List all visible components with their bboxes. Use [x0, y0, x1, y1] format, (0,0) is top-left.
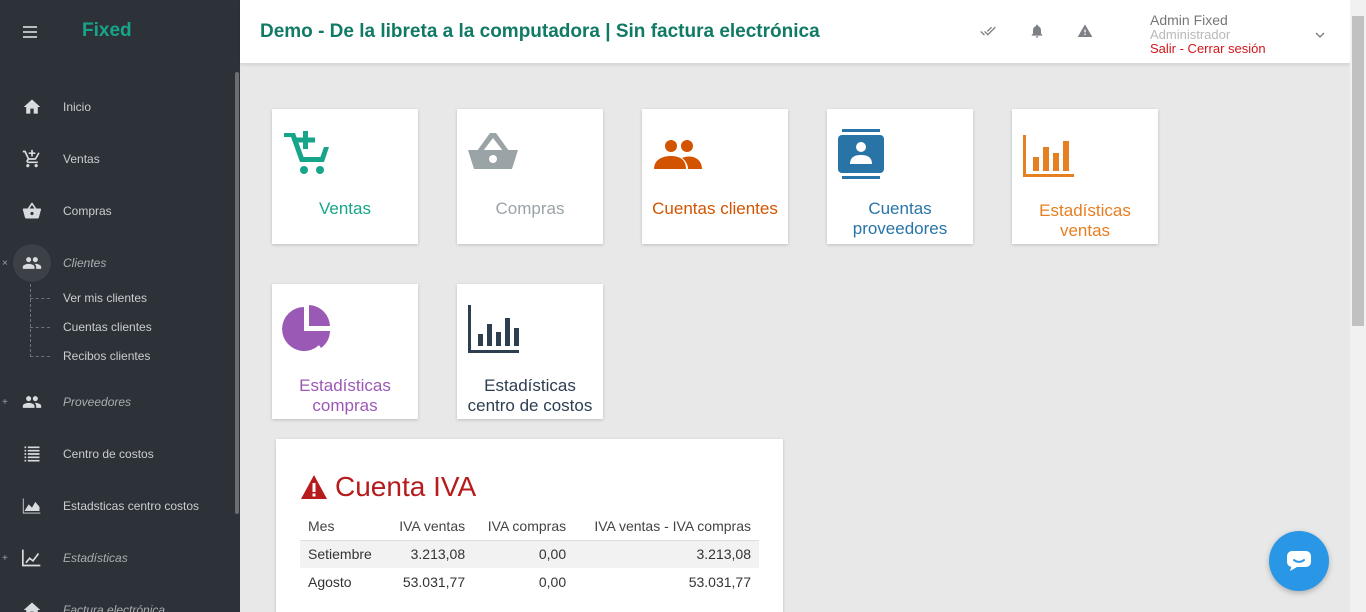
page-title: Demo - De la libreta a la computadora | …: [260, 21, 820, 42]
table-row: Agosto 53.031,77 0,00 53.031,77: [300, 568, 759, 596]
sidebar-subitem-recibos-clientes[interactable]: Recibos clientes: [30, 346, 150, 366]
table-cell: 3.213,08: [696, 546, 752, 563]
expand-icon[interactable]: +: [2, 553, 8, 564]
tile-label: Cuentas clientes: [652, 199, 778, 218]
sidebar-subitem-cuentas-clientes[interactable]: Cuentas clientes: [30, 317, 152, 337]
sidebar-item-factura-electronica[interactable]: Factura electrónica: [0, 590, 236, 612]
sidebar-item-inicio[interactable]: Inicio: [0, 87, 236, 127]
table-row: Setiembre 3.213,08 0,00 3.213,08: [300, 540, 759, 568]
sidebar-item-estadisticas-centro-costos[interactable]: Estadsticas centro costos: [0, 486, 236, 526]
sidebar-item-ventas[interactable]: Ventas: [0, 139, 236, 179]
table-cell: Agosto: [308, 574, 352, 590]
sidebar-subitem-ver-mis-clientes[interactable]: Ver mis clientes: [30, 288, 147, 308]
bar-chart-icon: [1022, 129, 1080, 179]
tile-label: compras: [312, 396, 378, 415]
column-header: IVA compras: [473, 512, 575, 541]
tile-estadisticas-ventas[interactable]: Estadísticas ventas: [1012, 109, 1158, 244]
top-bar: Demo - De la libreta a la computadora | …: [240, 0, 1350, 64]
sidebar-scrollbar[interactable]: [235, 72, 239, 514]
tile-compras[interactable]: Compras: [457, 109, 603, 244]
home-icon: [20, 598, 44, 612]
cuenta-iva-title: Cuenta IVA: [300, 471, 476, 503]
warning-icon[interactable]: [1077, 23, 1095, 41]
sidebar-item-centro-de-costos[interactable]: Centro de costos: [0, 434, 236, 474]
page-scrollbar[interactable]: [1350, 0, 1366, 612]
column-header: IVA ventas - IVA compras: [574, 512, 759, 541]
table-header-row: Mes IVA ventas IVA compras IVA ventas - …: [300, 512, 759, 541]
chat-icon: [1287, 551, 1311, 571]
table-cell: 3.213,08: [410, 546, 466, 563]
sidebar-item-label: Estadísticas: [63, 551, 128, 565]
tile-label: centro de costos: [467, 396, 593, 415]
tile-estadisticas-compras[interactable]: Estadísticas compras: [272, 284, 418, 419]
sidebar-item-compras[interactable]: Compras: [0, 191, 236, 231]
table-cell: 0,00: [538, 574, 567, 590]
people-icon: [13, 244, 51, 282]
sidebar-subitem-label: Cuentas clientes: [63, 320, 152, 334]
sidebar-subitem-label: Recibos clientes: [63, 349, 151, 363]
tile-label: ventas: [1059, 221, 1111, 240]
cuenta-iva-card: Cuenta IVA Mes IVA ventas IVA compras IV…: [276, 439, 783, 612]
hamburger-menu-icon[interactable]: [23, 26, 37, 38]
table-cell: 0,00: [538, 546, 567, 563]
chevron-down-icon[interactable]: [1314, 28, 1326, 40]
bar-chart-icon: [467, 304, 525, 354]
sidebar-item-label: Compras: [63, 204, 112, 218]
line-chart-icon: [20, 546, 44, 570]
tile-estadisticas-centro-de-costos[interactable]: Estadísticas centro de costos: [457, 284, 603, 419]
cuenta-iva-table: Mes IVA ventas IVA compras IVA ventas - …: [300, 512, 759, 596]
tile-label: proveedores: [852, 219, 948, 238]
warning-icon: [301, 475, 327, 499]
sidebar-item-estadisticas[interactable]: + Estadísticas: [0, 538, 236, 578]
logout-link[interactable]: Salir - Cerrar sesión: [1150, 41, 1266, 56]
basket-icon: [20, 199, 44, 223]
home-icon: [20, 95, 44, 119]
sidebar-header: Fixed: [0, 0, 240, 64]
bell-icon[interactable]: [1029, 23, 1047, 41]
sidebar-item-clientes[interactable]: × Clientes: [0, 243, 236, 283]
tile-label: Estadísticas: [299, 376, 391, 395]
tile-label: Estadísticas: [1039, 201, 1131, 220]
table-cell: Setiembre: [308, 546, 372, 563]
contact-card-icon: [837, 129, 889, 179]
tile-cuentas-proveedores[interactable]: Cuentas proveedores: [827, 109, 973, 244]
tile-label: Estadísticas: [484, 376, 576, 395]
done-all-icon[interactable]: [980, 23, 998, 41]
column-header: Mes: [300, 512, 386, 541]
list-icon: [20, 442, 44, 466]
sidebar-subitem-label: Ver mis clientes: [63, 291, 148, 305]
sidebar-item-label: Clientes: [63, 256, 107, 270]
sidebar-item-proveedores[interactable]: + Proveedores: [0, 382, 236, 422]
cuenta-iva-heading: Cuenta IVA: [335, 471, 477, 502]
people-icon: [652, 129, 704, 179]
sidebar-item-label: Inicio: [63, 100, 92, 114]
area-chart-icon: [20, 494, 44, 518]
sidebar: Fixed Inicio Ventas Compras × Clientes V…: [0, 0, 240, 612]
tile-ventas[interactable]: Ventas: [272, 109, 418, 244]
tile-cuentas-clientes[interactable]: Cuentas clientes: [642, 109, 788, 244]
table-cell: 53.031,77: [688, 574, 751, 590]
tile-label: Compras: [495, 199, 565, 218]
pie-chart-icon: [282, 304, 334, 354]
tile-label: Cuentas: [868, 199, 932, 218]
expand-icon[interactable]: +: [2, 397, 8, 408]
basket-icon: [467, 129, 519, 179]
sidebar-item-label: Factura electrónica: [63, 603, 166, 612]
sidebar-item-label: Proveedores: [63, 395, 132, 409]
table-cell: 53.031,77: [402, 574, 466, 590]
cart-plus-icon: [20, 147, 44, 171]
sidebar-item-label: Estadsticas centro costos: [63, 499, 200, 513]
user-name[interactable]: Admin Fixed: [1150, 12, 1228, 28]
user-role: Administrador: [1150, 27, 1231, 42]
sidebar-item-label: Centro de costos: [63, 447, 154, 461]
brand-logo[interactable]: Fixed: [82, 20, 132, 42]
tile-label: Ventas: [319, 199, 371, 218]
page-scrollbar-thumb[interactable]: [1352, 16, 1364, 326]
people-icon: [20, 390, 44, 414]
chat-button[interactable]: [1269, 531, 1329, 591]
sidebar-item-label: Ventas: [63, 152, 100, 166]
column-header: IVA ventas: [385, 512, 474, 541]
collapse-icon[interactable]: ×: [2, 258, 8, 269]
cart-plus-icon: [282, 129, 334, 179]
